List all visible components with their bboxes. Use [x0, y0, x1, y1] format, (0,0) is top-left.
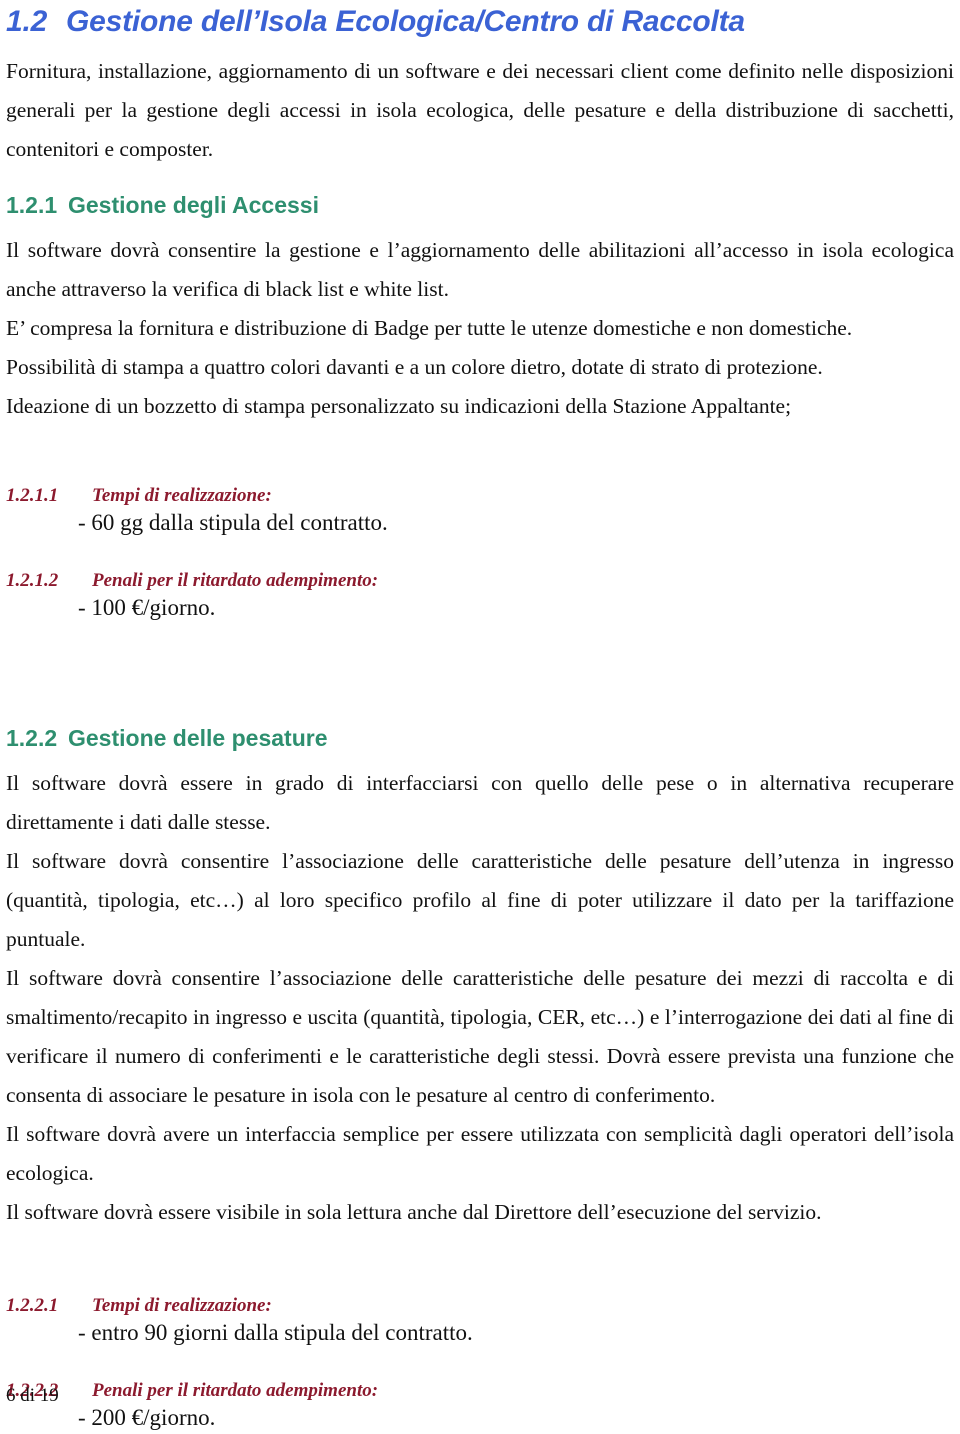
heading-1-2-number: 1.2: [6, 5, 48, 38]
heading-1-2-title: Gestione dell’Isola Ecologica/Centro di …: [66, 5, 745, 38]
heading-1-2-2-2-title: Penali per il ritardato adempimento:: [92, 1380, 379, 1401]
heading-1-2: 1.2 Gestione dell’Isola Ecologica/Centro …: [6, 0, 954, 40]
value-1-2-1-1: - 60 gg dalla stipula del contratto.: [78, 510, 388, 535]
paragraph-1-2-2-2: Il software dovrà consentire l’associazi…: [6, 966, 954, 1107]
paragraph-1-2-1-2: Possibilità di stampa a quattro colori d…: [6, 355, 823, 379]
heading-1-2-2-number: 1.2.2: [6, 725, 58, 751]
value-1-2-2-1: - entro 90 giorni dalla stipula del cont…: [78, 1320, 473, 1345]
heading-1-2-1-title: Gestione degli Accessi: [68, 192, 319, 218]
heading-1-2-2-1-title: Tempi di realizzazione:: [92, 1295, 272, 1316]
paragraph-1-2-1-3: Ideazione di un bozzetto di stampa perso…: [6, 394, 792, 418]
value-1-2-1-2: - 100 €/giorno.: [78, 595, 216, 620]
heading-1-2-2-1-number: 1.2.2.1: [6, 1295, 59, 1316]
page-footer: 6 di 19: [6, 1385, 59, 1406]
value-1-2-2-2: - 200 €/giorno.: [78, 1405, 216, 1430]
paragraph-1-2-1-1: E’ compresa la fornitura e distribuzione…: [6, 316, 853, 340]
heading-1-2-1-1-number: 1.2.1.1: [6, 485, 59, 506]
heading-1-2-1-1-title: Tempi di realizzazione:: [92, 485, 272, 506]
document-page: 1.2 Gestione dell’Isola Ecologica/Centro …: [0, 0, 960, 1430]
heading-1-2-2-2: 1.2.2.2 Penali per il ritardato adempimen…: [6, 1379, 954, 1402]
paragraph-1-2-2-3: Il software dovrà avere un interfaccia s…: [6, 1122, 954, 1185]
heading-1-2-2-title: Gestione delle pesature: [68, 725, 328, 751]
heading-1-2-1-number: 1.2.1: [6, 192, 58, 218]
heading-1-2-1: 1.2.1 Gestione degli Accessi: [6, 191, 954, 219]
paragraph-1-2-2-0: Il software dovrà essere in grado di int…: [6, 771, 954, 834]
paragraph-1-2-2-1: Il software dovrà consentire l’associazi…: [6, 849, 954, 951]
heading-1-2-1-2-title: Penali per il ritardato adempimento:: [92, 570, 379, 591]
paragraph-1-2-1-0: Il software dovrà consentire la gestione…: [6, 238, 954, 301]
paragraph-1-2-intro: Fornitura, installazione, aggiornamento …: [6, 59, 954, 161]
heading-1-2-1-2-number: 1.2.1.2: [6, 570, 59, 591]
paragraph-1-2-2-4: Il software dovrà essere visibile in sol…: [6, 1200, 822, 1224]
heading-1-2-1-1: 1.2.1.1 Tempi di realizzazione:: [6, 484, 954, 507]
heading-1-2-1-2: 1.2.1.2 Penali per il ritardato adempimen…: [6, 569, 954, 592]
heading-1-2-2-1: 1.2.2.1 Tempi di realizzazione:: [6, 1294, 954, 1317]
heading-1-2-2: 1.2.2 Gestione delle pesature: [6, 724, 954, 752]
